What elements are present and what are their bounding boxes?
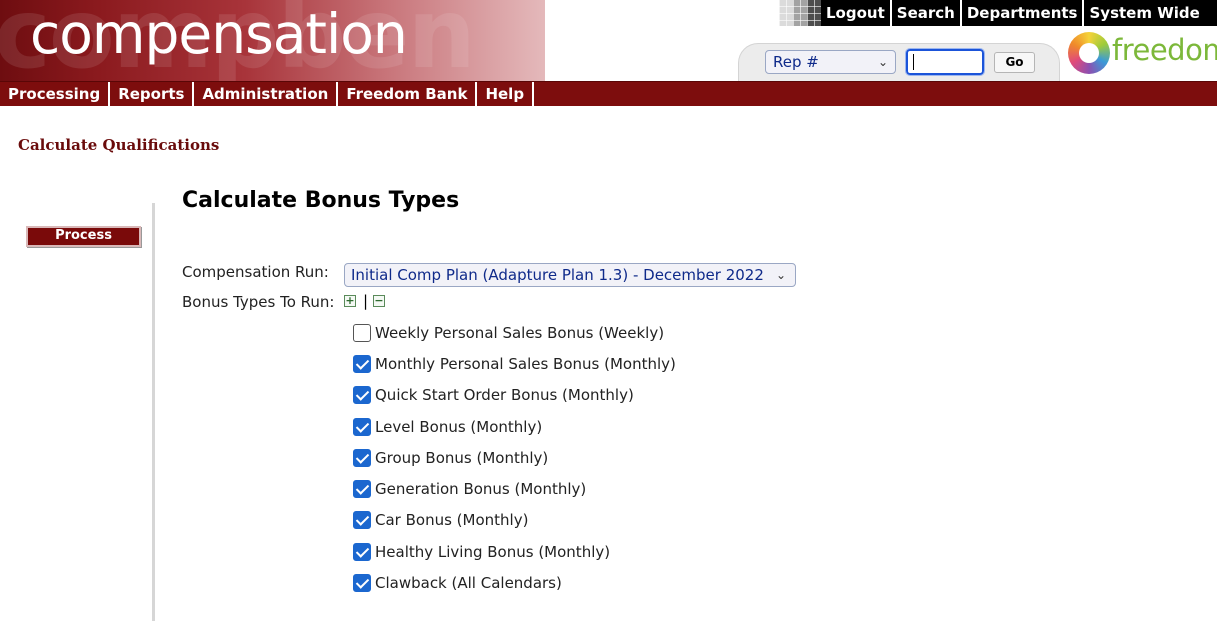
checkbox-unchecked[interactable] <box>353 323 371 342</box>
separator: | <box>363 292 369 310</box>
bonus-type-label: Quick Start Order Bonus (Monthly) <box>375 386 634 405</box>
go-button[interactable]: Go <box>994 52 1035 73</box>
expand-all-icon[interactable]: + <box>344 295 356 307</box>
nav-item-processing[interactable]: Processing <box>0 82 111 106</box>
sidebar-divider <box>152 203 155 621</box>
bonus-type-label: Monthly Personal Sales Bonus (Monthly) <box>375 354 676 373</box>
bonus-type-label: Car Bonus (Monthly) <box>375 511 529 530</box>
bonus-type-label: Healthy Living Bonus (Monthly) <box>375 542 611 561</box>
nav-item-freedom-bank[interactable]: Freedom Bank <box>338 82 478 106</box>
section-title: Calculate Bonus Types <box>182 188 460 213</box>
checkbox-checked[interactable] <box>353 417 371 436</box>
checkbox-checked[interactable] <box>353 511 371 530</box>
bonus-type-label: Level Bonus (Monthly) <box>375 417 543 436</box>
logout-link[interactable]: Logout <box>821 0 890 26</box>
bonus-types-label: Bonus Types To Run: <box>182 293 335 311</box>
page-title: Calculate Qualifications <box>18 136 220 154</box>
bonus-type-item[interactable]: Weekly Personal Sales Bonus (Weekly) <box>353 317 676 348</box>
process-button[interactable]: Process <box>26 226 141 247</box>
nav-item-reports[interactable]: Reports <box>110 82 195 106</box>
checkbox-checked[interactable] <box>353 354 371 373</box>
checkbox-checked[interactable] <box>353 542 371 561</box>
collapse-all-icon[interactable]: − <box>373 295 385 307</box>
system-wide-help-link[interactable]: System Wide Help <box>1082 0 1217 48</box>
main-nav: Processing Reports Administration Freedo… <box>0 81 1217 106</box>
bonus-type-label: Clawback (All Calendars) <box>375 574 562 593</box>
nav-item-help[interactable]: Help <box>477 82 535 106</box>
bonus-type-label: Generation Bonus (Monthly) <box>375 480 587 499</box>
compensation-run-select[interactable]: Initial Comp Plan (Adapture Plan 1.3) - … <box>344 263 796 287</box>
search-link[interactable]: Search <box>889 0 960 26</box>
rep-search-input[interactable] <box>905 48 985 76</box>
bonus-type-item[interactable]: Group Bonus (Monthly) <box>353 442 676 473</box>
rep-search-type-select[interactable]: Rep # ⌄ <box>765 50 896 74</box>
bonus-type-item[interactable]: Clawback (All Calendars) <box>353 567 676 598</box>
checkbox-checked[interactable] <box>353 448 371 467</box>
bonus-type-item[interactable]: Healthy Living Bonus (Monthly) <box>353 536 676 567</box>
bonus-type-label: Group Bonus (Monthly) <box>375 448 549 467</box>
bonus-type-item[interactable]: Level Bonus (Monthly) <box>353 411 676 442</box>
bonus-type-item[interactable]: Car Bonus (Monthly) <box>353 505 676 536</box>
compensation-run-label: Compensation Run: <box>182 263 329 281</box>
checkbox-checked[interactable] <box>353 480 371 499</box>
bonus-type-list: Weekly Personal Sales Bonus (Weekly) Mon… <box>353 317 676 599</box>
brand-logo-text: compensation <box>30 2 408 66</box>
bonus-type-item[interactable]: Generation Bonus (Monthly) <box>353 473 676 504</box>
freedom-logo: freedom <box>1066 30 1217 78</box>
bonus-type-label: Weekly Personal Sales Bonus (Weekly) <box>375 323 665 342</box>
decorative-pixel-strip <box>765 0 821 26</box>
freedom-logo-text: freedom <box>1112 33 1217 67</box>
top-links-bar: Logout Search Departments System Wide He… <box>821 0 1217 48</box>
checkbox-checked[interactable] <box>353 574 371 593</box>
nav-item-administration[interactable]: Administration <box>194 82 339 106</box>
chevron-down-icon: ⌄ <box>775 268 786 282</box>
departments-link[interactable]: Departments <box>959 0 1083 26</box>
bonus-type-item[interactable]: Quick Start Order Bonus (Monthly) <box>353 380 676 411</box>
chevron-down-icon: ⌄ <box>877 55 888 69</box>
checkbox-checked[interactable] <box>353 386 371 405</box>
compensation-run-value: Initial Comp Plan (Adapture Plan 1.3) - … <box>351 266 764 284</box>
compensation-banner: compben compensation <box>0 0 545 81</box>
bonus-type-item[interactable]: Monthly Personal Sales Bonus (Monthly) <box>353 348 676 379</box>
sunburst-icon <box>1068 32 1110 74</box>
rep-select-value: Rep # <box>773 53 819 71</box>
